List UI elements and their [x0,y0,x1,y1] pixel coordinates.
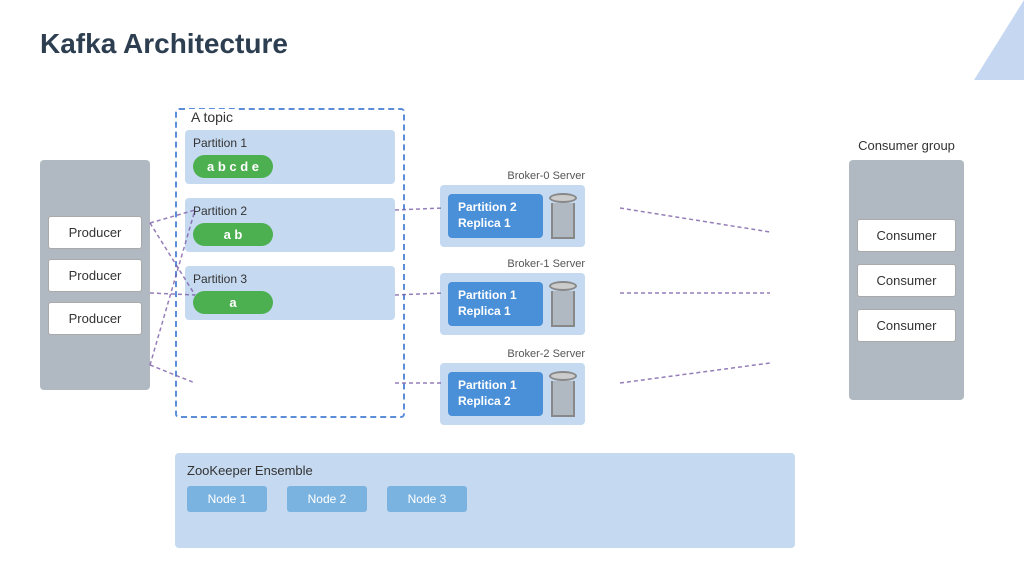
consumer-group-label: Consumer group [849,138,964,153]
producers-column: Producer Producer Producer [40,160,150,390]
partition-3-block: Partition 3 a [185,266,395,320]
partition-1-title: Partition 1 [193,136,387,150]
zk-nodes: Node 1 Node 2 Node 3 [187,486,783,512]
partition-2-data: a b [193,223,273,246]
broker-1-section: Broker-1 Server Partition 1 Replica 1 [440,258,585,335]
consumer-box-2: Consumer [857,264,956,297]
broker-2-replica: Partition 1 Replica 2 [448,372,543,415]
zk-node-2: Node 2 [287,486,367,512]
cylinder-2 [551,371,577,417]
broker-0-replica: Partition 2 Replica 1 [448,194,543,237]
broker-1-bg: Partition 1 Replica 1 [440,273,585,335]
deco-shape [964,0,1024,80]
consumer-box-1: Consumer [857,219,956,252]
page-title: Kafka Architecture [40,28,288,60]
producer-box-2: Producer [48,259,142,292]
broker-0-bg: Partition 2 Replica 1 [440,185,585,247]
partition-3-data: a [193,291,273,314]
broker-1-label: Broker-1 Server [440,258,585,270]
broker-2-label: Broker-2 Server [440,348,585,360]
partition-1-block: Partition 1 a b c d e [185,130,395,184]
consumer-box-3: Consumer [857,309,956,342]
partition-2-block: Partition 2 a b [185,198,395,252]
zk-node-3: Node 3 [387,486,467,512]
cylinder-1 [551,281,577,327]
consumers-column: Consumer Consumer Consumer [849,160,964,400]
partition-3-title: Partition 3 [193,272,387,286]
zookeeper-label: ZooKeeper Ensemble [187,463,783,478]
broker-0-section: Broker-0 Server Partition 2 Replica 1 [440,170,585,247]
producer-box-3: Producer [48,302,142,335]
zk-node-1: Node 1 [187,486,267,512]
broker-0-label: Broker-0 Server [440,170,585,182]
broker-2-section: Broker-2 Server Partition 1 Replica 2 [440,348,585,425]
topic-label: A topic [187,109,237,125]
producer-box-1: Producer [48,216,142,249]
partition-1-data: a b c d e [193,155,273,178]
zookeeper-section: ZooKeeper Ensemble Node 1 Node 2 Node 3 [175,453,795,548]
cylinder-0 [551,193,577,239]
broker-2-bg: Partition 1 Replica 2 [440,363,585,425]
broker-1-replica: Partition 1 Replica 1 [448,282,543,325]
partition-2-title: Partition 2 [193,204,387,218]
partitions-section: Partition 1 a b c d e Partition 2 a b Pa… [185,130,395,334]
